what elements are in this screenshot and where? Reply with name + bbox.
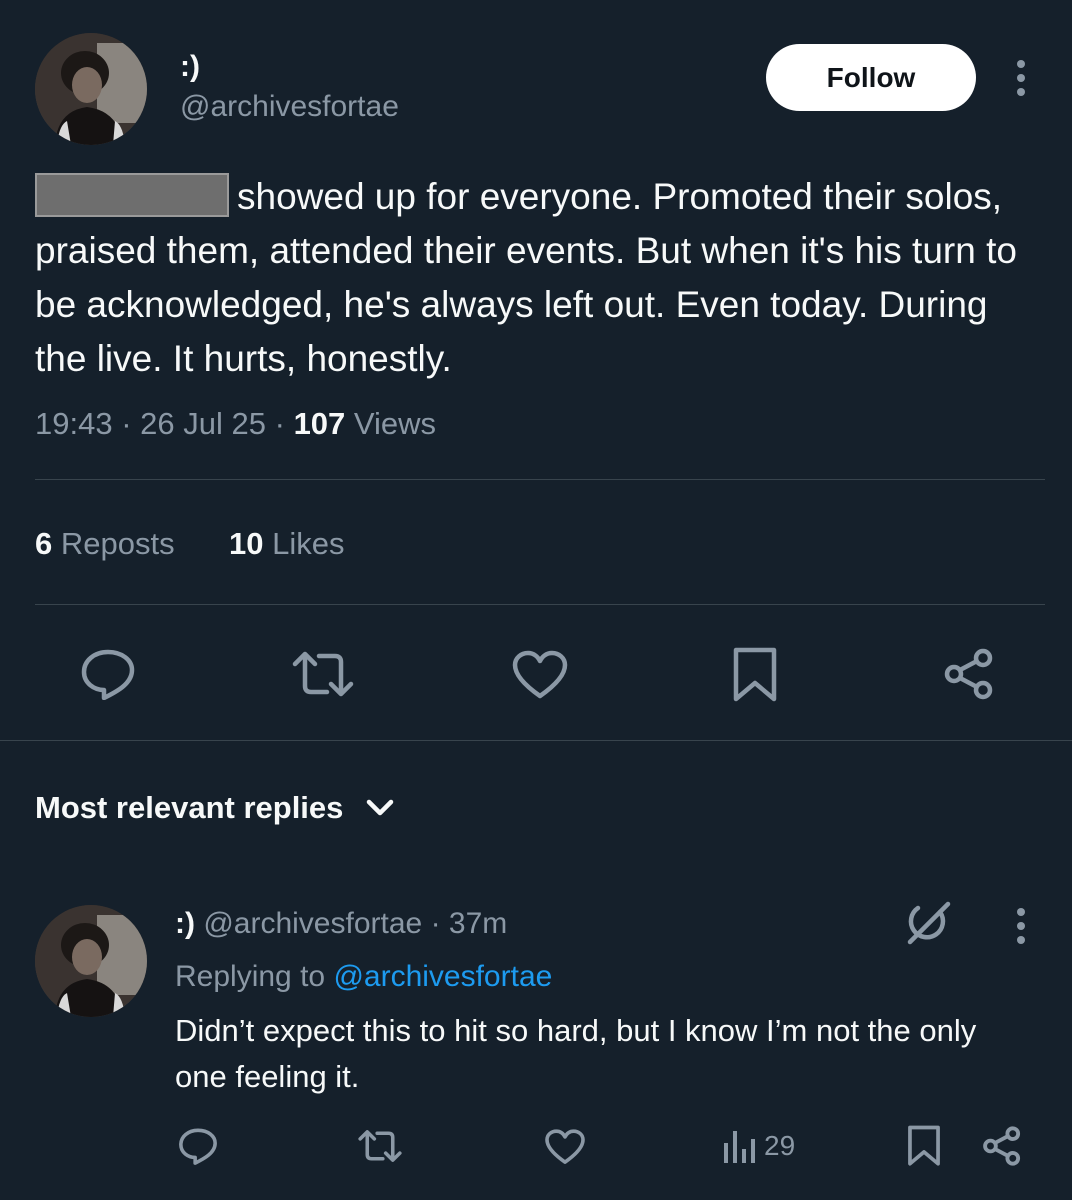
redacted-block (35, 173, 229, 217)
avatar-photo (35, 905, 147, 1017)
chevron-down-icon (365, 798, 395, 818)
follow-button[interactable]: Follow (766, 44, 976, 111)
reply-views[interactable]: 29 (722, 1126, 795, 1166)
divider (35, 479, 1045, 480)
likes-label: Likes (272, 526, 345, 561)
replies-sort-label: Most relevant replies (35, 790, 344, 825)
reposts-count: 6 (35, 526, 53, 561)
repost-icon[interactable] (291, 650, 355, 698)
reply-repost-icon[interactable] (357, 1129, 403, 1163)
section-divider (0, 740, 1072, 741)
views-count: 107 (293, 406, 346, 441)
reply-more-icon[interactable] (1006, 906, 1036, 946)
reply-handle[interactable]: @archivesfortae (203, 907, 422, 940)
avatar-photo (35, 33, 147, 145)
likes-stat[interactable]: 10 Likes (229, 525, 344, 563)
post-date[interactable]: 26 Jul 25 (140, 406, 266, 441)
follow-button-label: Follow (826, 61, 916, 93)
reply-share-icon[interactable] (982, 1126, 1022, 1166)
reply-author-avatar[interactable] (35, 905, 147, 1017)
bookmark-icon[interactable] (732, 647, 778, 703)
author-handle[interactable]: @archivesfortae (180, 90, 399, 124)
post-text: showed up for everyone. Promoted their s… (35, 170, 1045, 386)
reposts-stat[interactable]: 6 Reposts (35, 525, 175, 563)
meta-separator: · (121, 406, 132, 441)
reply-header: :) @archivesfortae · 37m (175, 905, 507, 943)
replies-sort-toggle[interactable]: Most relevant replies (35, 788, 395, 828)
post-meta: 19:43 · 26 Jul 25 · 107 Views (35, 405, 436, 443)
reply-reply-icon[interactable] (178, 1127, 218, 1165)
reply-age[interactable]: · 37m (431, 907, 508, 940)
reply-bookmark-icon[interactable] (907, 1125, 941, 1167)
reply-text: Didn’t expect this to hit so hard, but I… (175, 1013, 977, 1094)
post-time[interactable]: 19:43 (35, 406, 113, 441)
reply-icon[interactable] (80, 648, 136, 700)
author-avatar[interactable] (35, 33, 147, 145)
reply-display-name[interactable]: :) (175, 907, 195, 940)
replying-to-prefix: Replying to (175, 960, 326, 993)
author-display-name[interactable]: :) (180, 50, 200, 84)
reposts-label: Reposts (60, 526, 175, 561)
share-icon[interactable] (943, 648, 995, 700)
replying-to-handle[interactable]: @archivesfortae (333, 960, 552, 993)
views-icon (722, 1127, 756, 1165)
grok-icon[interactable] (904, 898, 952, 946)
divider (35, 604, 1045, 605)
views-label: Views (353, 406, 437, 441)
like-icon[interactable] (512, 650, 568, 700)
more-icon[interactable] (1006, 58, 1036, 98)
replying-to: Replying to @archivesfortae (175, 958, 552, 996)
meta-separator: · (274, 406, 285, 441)
reply-views-count: 29 (764, 1130, 796, 1161)
likes-count: 10 (229, 526, 264, 561)
reply-like-icon[interactable] (544, 1129, 586, 1165)
